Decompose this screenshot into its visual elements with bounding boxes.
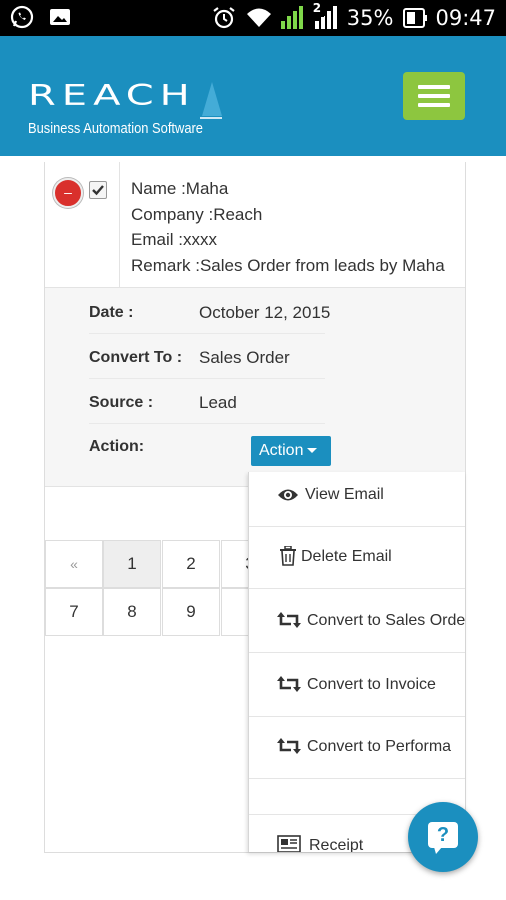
record-company: Company :Reach bbox=[131, 204, 263, 224]
retweet-icon bbox=[277, 738, 301, 754]
source-value: Lead bbox=[199, 393, 237, 412]
menu-bar-icon bbox=[418, 85, 450, 89]
menu-item-convert-sales-order[interactable]: Convert to Sales Order bbox=[249, 598, 465, 647]
record-details: Date : October 12, 2015 Convert To : Sal… bbox=[45, 288, 465, 487]
help-chat-button[interactable]: ? bbox=[408, 802, 478, 872]
checkmark-icon bbox=[92, 185, 104, 196]
source-label: Source : bbox=[89, 394, 154, 411]
menu-item-label: Receipt bbox=[309, 837, 364, 852]
menu-item-label: Delete Email bbox=[301, 548, 392, 565]
menu-divider bbox=[249, 710, 465, 717]
battery-percent: 35% bbox=[346, 6, 394, 30]
page-button[interactable]: 1 bbox=[103, 540, 161, 588]
battery-icon bbox=[401, 5, 428, 31]
clock: 09:47 bbox=[435, 6, 496, 30]
page-button[interactable]: 7 bbox=[45, 588, 103, 636]
menu-item-label: Convert to Sales Order bbox=[307, 612, 465, 629]
menu-divider bbox=[249, 520, 465, 527]
record-email: Email :xxxx bbox=[131, 230, 217, 249]
reach-logo[interactable]: REACH Business Automation Software bbox=[28, 82, 248, 152]
status-bar: 2 35% 09:47 bbox=[0, 0, 506, 36]
menu-item-convert-invoice[interactable]: Convert to Invoice bbox=[249, 662, 465, 711]
page-prev-button[interactable]: « bbox=[45, 540, 103, 588]
action-dropdown-menu: View Email Delete Email Convert to Sales… bbox=[248, 472, 465, 852]
column-divider bbox=[119, 162, 120, 287]
menu-divider bbox=[249, 582, 465, 589]
sim-badge: 2 bbox=[312, 1, 322, 15]
menu-bar-icon bbox=[418, 94, 450, 98]
logo-tagline: Business Automation Software bbox=[28, 120, 203, 137]
trash-icon bbox=[280, 546, 296, 566]
caret-down-icon bbox=[307, 448, 318, 454]
action-dropdown-button[interactable]: Action bbox=[251, 436, 331, 466]
menu-divider bbox=[249, 646, 465, 653]
record-info: Name :Maha Company :Reach Email :xxxx Re… bbox=[131, 176, 445, 278]
retweet-icon bbox=[277, 676, 301, 692]
menu-item-view-email[interactable]: View Email bbox=[249, 472, 465, 521]
signal-sim2-icon: 2 bbox=[312, 1, 339, 31]
menu-divider bbox=[249, 772, 465, 779]
alarm-icon bbox=[211, 5, 237, 31]
convert-label: Convert To : bbox=[89, 349, 183, 366]
menu-item-label: Convert to Invoice bbox=[307, 676, 436, 693]
convert-row: Convert To : Sales Order bbox=[89, 333, 325, 379]
convert-value: Sales Order bbox=[199, 348, 290, 367]
whatsapp-icon bbox=[10, 5, 36, 31]
hamburger-menu-button[interactable] bbox=[403, 72, 465, 120]
menu-item-label: View Email bbox=[305, 486, 384, 503]
date-value: October 12, 2015 bbox=[199, 303, 331, 322]
date-label: Date : bbox=[89, 304, 134, 321]
record-remark: Remark :Sales Order from leads by Maha bbox=[131, 255, 445, 275]
bubble-tail-icon bbox=[434, 847, 442, 854]
gallery-icon bbox=[48, 5, 74, 31]
retweet-icon bbox=[277, 612, 301, 628]
menu-item-convert-performa[interactable]: Convert to Performa bbox=[249, 724, 465, 773]
help-bubble-icon: ? bbox=[428, 822, 458, 848]
menu-item-delete-email[interactable]: Delete Email bbox=[249, 534, 465, 583]
receipt-icon bbox=[277, 835, 301, 852]
action-label: Action: bbox=[89, 438, 145, 455]
collapse-row-button[interactable]: – bbox=[53, 178, 83, 208]
record-name: Name :Maha bbox=[131, 179, 229, 198]
action-button-label: Action bbox=[259, 442, 304, 459]
page-button[interactable]: 8 bbox=[103, 588, 161, 636]
page-button[interactable]: 9 bbox=[162, 588, 220, 636]
logo-sail-icon bbox=[200, 82, 222, 119]
record-row: – Name :Maha Company :Reach Email :xxxx … bbox=[45, 162, 465, 288]
logo-wordmark: REACH bbox=[28, 79, 196, 113]
source-row: Source : Lead bbox=[89, 378, 325, 424]
menu-item-label: Convert to Performa bbox=[307, 738, 452, 755]
eye-icon bbox=[278, 489, 298, 501]
row-checkbox[interactable] bbox=[89, 181, 107, 199]
signal-sim1-icon bbox=[279, 5, 305, 31]
menu-bar-icon bbox=[418, 103, 450, 107]
date-row: Date : October 12, 2015 bbox=[89, 288, 330, 334]
wifi-icon bbox=[245, 5, 271, 31]
page-button[interactable]: 2 bbox=[162, 540, 220, 588]
app-header: REACH Business Automation Software bbox=[0, 36, 506, 156]
